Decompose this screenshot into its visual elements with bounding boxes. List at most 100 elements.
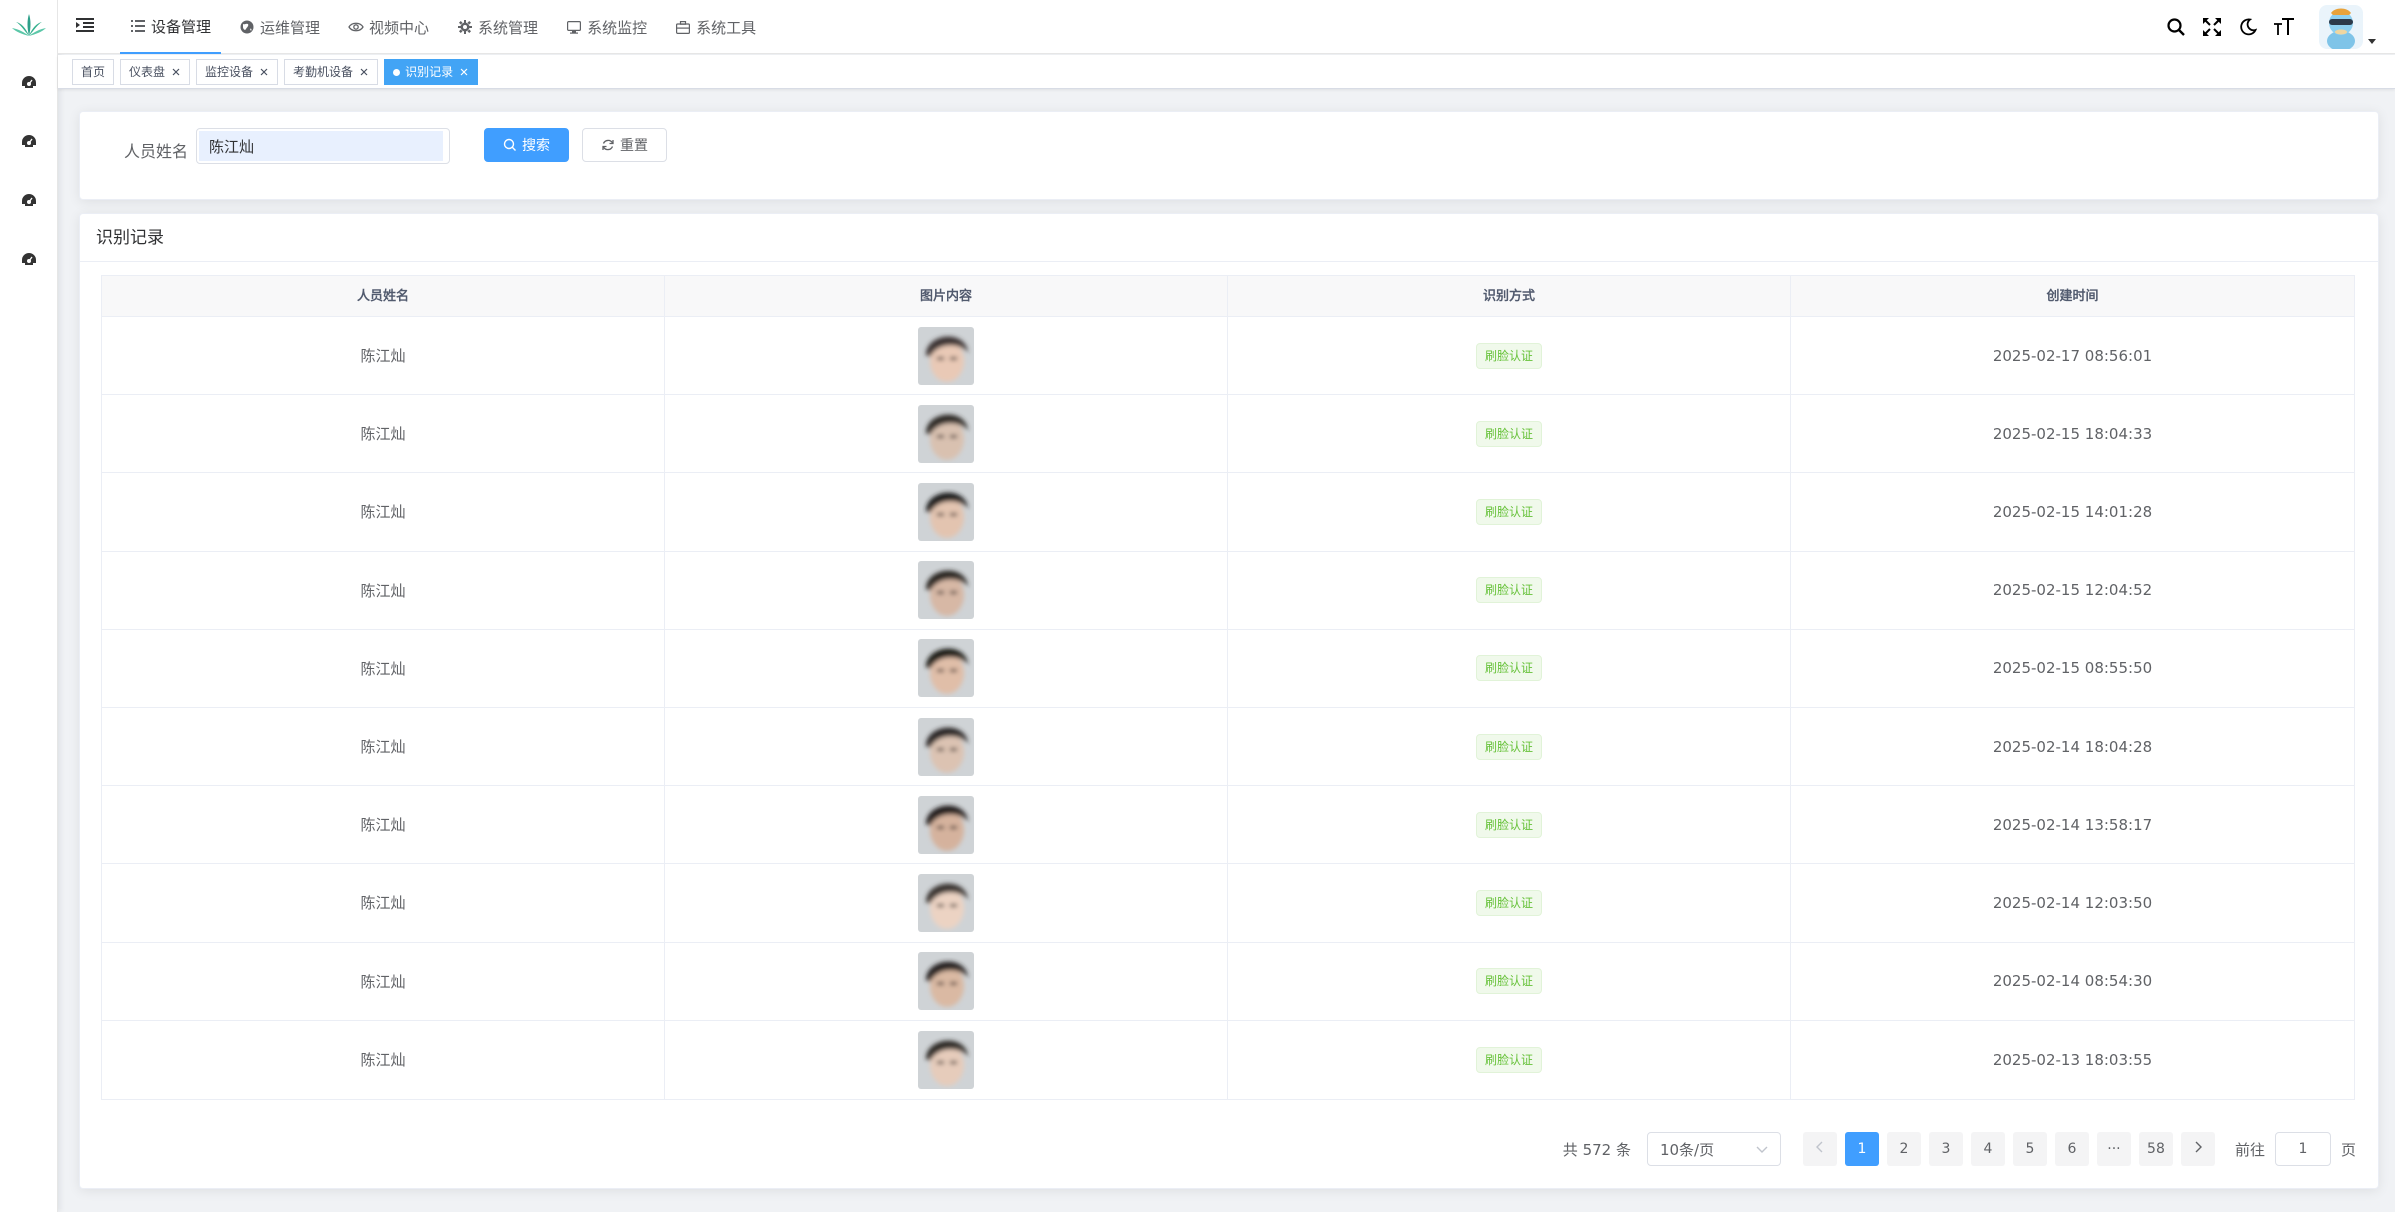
menu-item-device-management[interactable]: 设备管理 bbox=[120, 0, 222, 54]
dashboard-icon bbox=[21, 192, 37, 211]
face-thumbnail[interactable] bbox=[918, 873, 974, 932]
person-name: 陈江灿 bbox=[360, 503, 406, 522]
person-name: 陈江灿 bbox=[360, 972, 406, 991]
dashboard-icon bbox=[21, 74, 37, 93]
page-button[interactable]: 4 bbox=[1970, 1132, 2005, 1166]
menu-item-label: 系统监控 bbox=[587, 18, 648, 37]
page-button[interactable]: 58 bbox=[2138, 1132, 2173, 1166]
tag-home[interactable]: 首页 bbox=[72, 59, 115, 85]
moon-icon[interactable] bbox=[2235, 14, 2261, 40]
avatar[interactable] bbox=[2319, 5, 2363, 49]
tag-label: 首页 bbox=[81, 65, 106, 79]
created-time: 2025-02-15 08:55:50 bbox=[1992, 659, 2153, 678]
chevron-down-icon[interactable] bbox=[2367, 31, 2377, 44]
cell-created-time: 2025-02-13 18:03:55 bbox=[1791, 1021, 2354, 1099]
face-thumbnail[interactable] bbox=[918, 404, 974, 463]
goto-page-input[interactable] bbox=[2274, 1132, 2331, 1166]
face-thumbnail[interactable] bbox=[918, 326, 974, 385]
tag-label: 仪表盘 bbox=[129, 65, 166, 79]
sidebar-item-dashboard-4[interactable] bbox=[17, 248, 41, 272]
prev-page-button[interactable] bbox=[1802, 1132, 1837, 1166]
monitor-icon bbox=[566, 19, 582, 35]
page-size-select[interactable]: 10条/页 bbox=[1646, 1132, 1781, 1166]
search-button[interactable]: 搜索 bbox=[484, 128, 569, 162]
close-icon[interactable] bbox=[259, 67, 269, 77]
logo-icon[interactable] bbox=[12, 12, 46, 38]
tag-recognition-records[interactable]: 识别记录 bbox=[384, 59, 479, 85]
font-size-icon[interactable] bbox=[2271, 14, 2297, 40]
table-row: 陈江灿 刷脸认证 2025-02-15 14:01:28 bbox=[102, 473, 2354, 552]
next-page-button[interactable] bbox=[2180, 1132, 2215, 1166]
cell-created-time: 2025-02-15 08:55:50 bbox=[1791, 630, 2354, 707]
sidebar-item-dashboard-3[interactable] bbox=[17, 189, 41, 213]
sidebar-item-dashboard-2[interactable] bbox=[17, 130, 41, 154]
cell-image bbox=[665, 786, 1228, 864]
close-icon[interactable] bbox=[359, 67, 369, 77]
face-thumbnail[interactable] bbox=[918, 717, 974, 776]
column-header-created[interactable]: 创建时间 bbox=[1791, 276, 2354, 316]
page-numbers: 1 2 3 4 5 6 ··· 58 bbox=[1841, 1132, 2177, 1166]
cell-image bbox=[665, 1020, 1228, 1099]
created-time: 2025-02-15 18:04:33 bbox=[1992, 424, 2153, 443]
menu-item-video-center[interactable]: 视频中心 bbox=[338, 0, 439, 54]
method-badge: 刷脸认证 bbox=[1475, 811, 1542, 838]
hamburger-button[interactable] bbox=[72, 14, 98, 40]
page-button[interactable]: 5 bbox=[2012, 1132, 2047, 1166]
fullscreen-icon[interactable] bbox=[2199, 14, 2225, 40]
created-time: 2025-02-14 12:03:50 bbox=[1992, 893, 2153, 912]
menu-item-label: 系统工具 bbox=[696, 18, 757, 37]
face-thumbnail[interactable] bbox=[918, 1030, 974, 1089]
cell-method: 刷脸认证 bbox=[1228, 942, 1791, 1020]
cell-created-time: 2025-02-14 08:54:30 bbox=[1791, 943, 2354, 1020]
menu-item-ops-management[interactable]: 运维管理 bbox=[229, 0, 330, 54]
menu-item-system-tools[interactable]: 系统工具 bbox=[665, 0, 766, 54]
search-icon[interactable] bbox=[2163, 14, 2189, 40]
cell-name: 陈江灿 bbox=[102, 317, 665, 395]
top-menu: 设备管理 运维管理 视频中心 系统管理 系统监控 系统工具 bbox=[120, 0, 774, 54]
table-row: 陈江灿 刷脸认证 2025-02-14 08:54:30 bbox=[102, 942, 2354, 1021]
face-thumbnail[interactable] bbox=[918, 482, 974, 541]
menu-fold-icon bbox=[76, 17, 94, 37]
face-thumbnail[interactable] bbox=[918, 639, 974, 698]
person-name: 陈江灿 bbox=[360, 659, 406, 678]
face-thumbnail[interactable] bbox=[918, 952, 974, 1011]
name-input[interactable] bbox=[199, 131, 443, 161]
page-button[interactable]: 3 bbox=[1928, 1132, 1963, 1166]
cell-method: 刷脸认证 bbox=[1228, 707, 1791, 786]
created-time: 2025-02-17 08:56:01 bbox=[1992, 346, 2153, 365]
tag-dashboard[interactable]: 仪表盘 bbox=[120, 59, 191, 85]
cell-method: 刷脸认证 bbox=[1228, 551, 1791, 629]
close-icon[interactable] bbox=[171, 67, 181, 77]
sidebar-item-dashboard-1[interactable] bbox=[17, 71, 41, 95]
column-header-method[interactable]: 识别方式 bbox=[1228, 276, 1791, 316]
table-row: 陈江灿 刷脸认证 2025-02-15 12:04:52 bbox=[102, 551, 2354, 630]
close-icon[interactable] bbox=[459, 67, 469, 77]
cell-created-time: 2025-02-14 12:03:50 bbox=[1791, 864, 2354, 941]
cell-image bbox=[665, 707, 1228, 786]
pagination: 共 572 条 10条/页 123456···58 前往 页 bbox=[1563, 1132, 2356, 1166]
column-header-image[interactable]: 图片内容 bbox=[665, 276, 1228, 316]
person-name: 陈江灿 bbox=[360, 1051, 406, 1070]
face-thumbnail[interactable] bbox=[918, 795, 974, 854]
cell-name: 陈江灿 bbox=[102, 1020, 665, 1099]
tag-monitor-device[interactable]: 监控设备 bbox=[196, 59, 279, 85]
records-card: 识别记录 人员姓名 图片内容 识别方式 创建时间 陈江灿 刷脸认证 2025-02-… bbox=[79, 213, 2379, 1189]
tag-attendance-device[interactable]: 考勤机设备 bbox=[284, 59, 379, 85]
person-name: 陈江灿 bbox=[360, 581, 406, 600]
method-badge: 刷脸认证 bbox=[1475, 342, 1542, 369]
table-row: 陈江灿 刷脸认证 2025-02-14 13:58:17 bbox=[102, 786, 2354, 865]
page-button[interactable]: 1 bbox=[1844, 1132, 1879, 1166]
page-button[interactable]: 2 bbox=[1886, 1132, 1921, 1166]
created-time: 2025-02-13 18:03:55 bbox=[1992, 1050, 2153, 1069]
search-icon bbox=[503, 138, 517, 152]
cell-method: 刷脸认证 bbox=[1228, 473, 1791, 551]
reset-button[interactable]: 重置 bbox=[582, 128, 667, 162]
cell-name: 陈江灿 bbox=[102, 942, 665, 1020]
face-thumbnail[interactable] bbox=[918, 561, 974, 620]
menu-item-system-monitor[interactable]: 系统监控 bbox=[556, 0, 657, 54]
menu-item-system-management[interactable]: 系统管理 bbox=[447, 0, 548, 54]
cell-name: 陈江灿 bbox=[102, 473, 665, 551]
column-header-name[interactable]: 人员姓名 bbox=[102, 276, 665, 316]
page-button[interactable]: 6 bbox=[2054, 1132, 2089, 1166]
more-pages-button[interactable]: ··· bbox=[2096, 1132, 2131, 1166]
